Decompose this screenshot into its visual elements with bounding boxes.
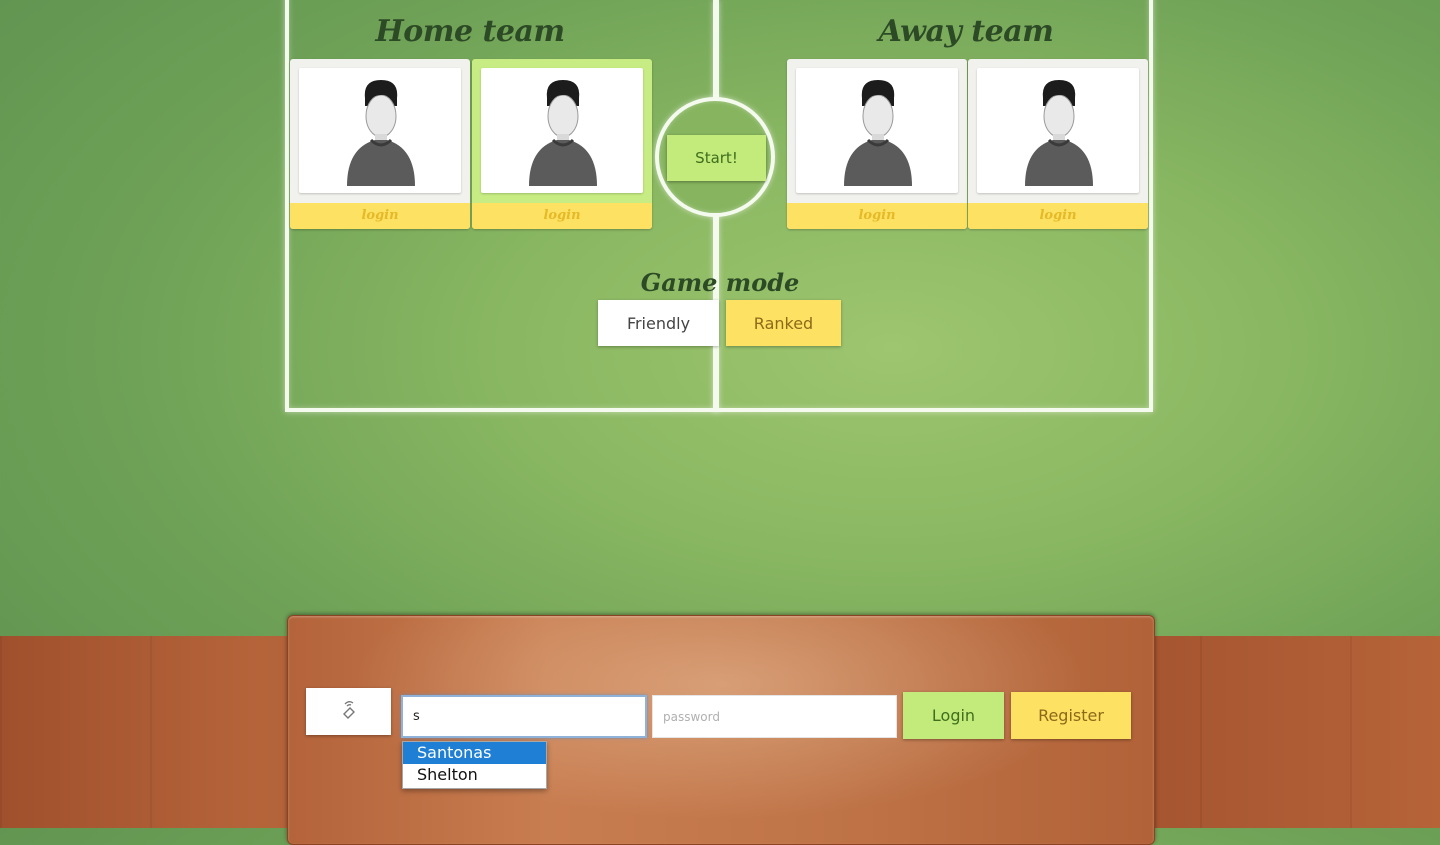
player-login-link[interactable]: login xyxy=(290,203,470,229)
suggestion-item[interactable]: Santonas xyxy=(403,742,546,764)
avatar[interactable] xyxy=(299,68,461,193)
register-button[interactable]: Register xyxy=(1011,692,1131,739)
password-input[interactable] xyxy=(652,695,897,738)
start-button[interactable]: Start! xyxy=(667,135,766,181)
avatar-silhouette-icon xyxy=(529,80,597,186)
away-team-title: Away team xyxy=(878,14,1054,49)
avatar-silhouette-icon xyxy=(1025,80,1093,186)
avatar[interactable] xyxy=(481,68,643,193)
game-mode-label: Game mode xyxy=(640,268,800,297)
login-button[interactable]: Login xyxy=(903,692,1004,739)
avatar[interactable] xyxy=(796,68,958,193)
away-player-slot-1[interactable]: login xyxy=(787,59,967,229)
avatar-silhouette-icon xyxy=(347,80,415,186)
avatar-silhouette-icon xyxy=(844,80,912,186)
nfc-login-button[interactable] xyxy=(306,688,391,735)
username-suggestions-list: Santonas Shelton xyxy=(402,741,547,789)
player-login-link[interactable]: login xyxy=(472,203,652,229)
username-input[interactable] xyxy=(401,695,647,738)
player-login-link[interactable]: login xyxy=(968,203,1148,229)
away-player-slot-2[interactable]: login xyxy=(968,59,1148,229)
home-player-slot-1[interactable]: login xyxy=(290,59,470,229)
ranked-mode-button[interactable]: Ranked xyxy=(726,300,841,346)
home-team-title: Home team xyxy=(375,14,565,49)
player-login-link[interactable]: login xyxy=(787,203,967,229)
suggestion-item[interactable]: Shelton xyxy=(403,764,546,786)
avatar[interactable] xyxy=(977,68,1139,193)
friendly-mode-button[interactable]: Friendly xyxy=(598,300,719,346)
home-player-slot-2[interactable]: login xyxy=(472,59,652,229)
nfc-icon xyxy=(343,701,355,719)
